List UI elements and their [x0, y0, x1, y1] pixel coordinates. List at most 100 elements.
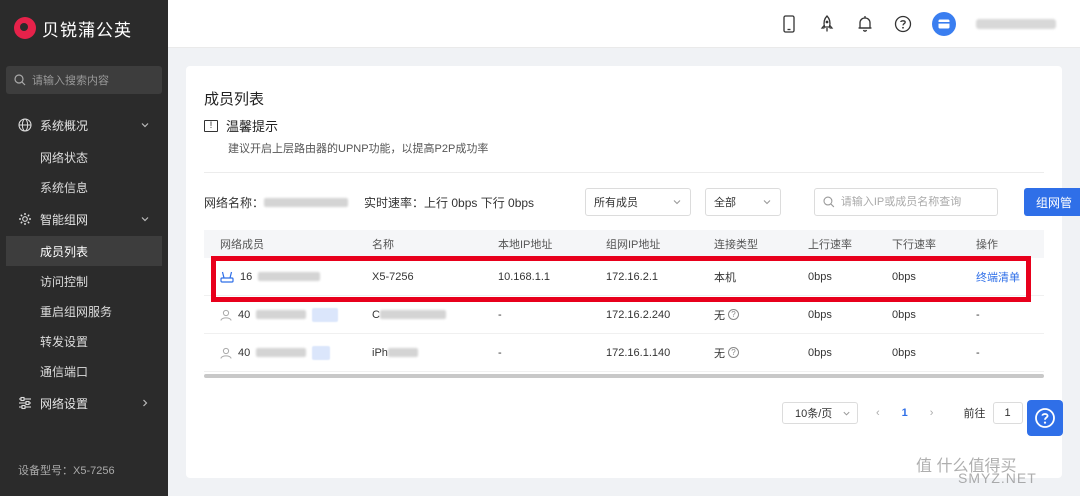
sidebar-search-placeholder: 请输入搜索内容 — [32, 75, 109, 87]
network-ip: 172.16.1.140 — [606, 346, 671, 359]
router-icon — [220, 271, 234, 283]
member-filter-value: 所有成员 — [594, 197, 638, 209]
tip-title: 温馨提示 — [226, 119, 279, 134]
status-filter-value: 全部 — [714, 197, 736, 209]
chevron-down-icon — [141, 217, 149, 222]
sidebar: 贝锐蒲公英 请输入搜索内容 系统概况 网络状态 系统信息 智能组网 成员列表 访… — [0, 0, 168, 496]
member-name-cell: iPh — [372, 347, 498, 359]
help-icon[interactable] — [894, 15, 912, 33]
table-row[interactable]: 40 C - 172.16.2.240 无 ? 0bps 0bps - — [204, 296, 1044, 334]
col-header[interactable]: 操作 — [976, 236, 1044, 252]
member-id-redacted — [256, 310, 307, 319]
member-name-redacted — [379, 310, 446, 319]
download-speed: 0bps — [892, 270, 916, 283]
sidebar-group-label: 网络设置 — [40, 396, 89, 411]
sidebar-search[interactable]: 请输入搜索内容 — [6, 66, 162, 94]
member-tag-redacted — [312, 307, 339, 322]
help-icon[interactable]: ? — [728, 347, 739, 358]
member-id-prefix: 40 — [238, 346, 251, 359]
upload-speed: 0bps — [808, 346, 832, 359]
sidebar-item-system-info[interactable]: 系统信息 — [6, 172, 162, 202]
member-list-card: 成员列表 ! 温馨提示 建议开启上层路由器的UPNP功能，以提高P2P成功率 网… — [186, 66, 1080, 478]
row-action: - — [976, 308, 980, 321]
member-tag-redacted — [312, 345, 331, 360]
network-manage-button[interactable]: 组网管 — [1024, 188, 1080, 216]
phone-icon[interactable] — [780, 14, 798, 33]
col-header[interactable]: 名称 — [372, 236, 498, 252]
sidebar-item-network-status[interactable]: 网络状态 — [6, 142, 162, 172]
table-row[interactable]: 16 X5-7256 10.168.1.1 172.16.2.1 本机 0bps… — [204, 258, 1044, 296]
username-redacted[interactable] — [976, 18, 1056, 29]
table-row[interactable]: 40 iPh - 172.16.1.140 无 ? 0bps 0bps - — [204, 334, 1044, 372]
goto-page: 前往 1 — [963, 402, 1024, 424]
prev-page-icon[interactable]: ‹ — [876, 407, 880, 419]
download-speed: 0bps — [892, 308, 916, 321]
member-search-input[interactable] — [840, 196, 989, 208]
chevron-down-icon — [673, 200, 681, 205]
col-header[interactable]: 上行速率 — [808, 236, 892, 252]
member-id-redacted — [258, 272, 321, 281]
upload-speed: 0bps — [808, 308, 832, 321]
goto-page-input[interactable]: 1 — [993, 402, 1024, 424]
rocket-icon[interactable] — [818, 14, 836, 33]
table-horizontal-scrollbar[interactable] — [204, 374, 1044, 378]
sidebar-item-ports[interactable]: 通信端口 — [6, 356, 162, 386]
connection-type: 本机 — [714, 269, 808, 285]
sliders-icon — [19, 396, 31, 410]
connection-type-value: 无 — [714, 309, 725, 322]
member-filter-select[interactable]: 所有成员 — [585, 188, 691, 216]
member-name: C — [372, 308, 380, 321]
network-gear-icon — [19, 213, 31, 225]
network-ip: 172.16.2.1 — [606, 270, 658, 283]
page-title: 成员列表 — [204, 91, 265, 108]
sidebar-group-network-settings[interactable]: 网络设置 — [0, 386, 168, 420]
network-name-redacted — [264, 197, 349, 207]
search-icon — [14, 74, 26, 86]
member-id-redacted — [256, 348, 307, 357]
col-header[interactable]: 下行速率 — [892, 236, 976, 252]
floating-help-button[interactable] — [1027, 400, 1063, 436]
sidebar-item-member-list[interactable]: 成员列表 — [6, 236, 162, 266]
chevron-down-icon — [843, 411, 850, 416]
member-table: 网络成员 名称 本地IP地址 组网IP地址 连接类型 上行速率 下行速率 操作 … — [204, 230, 1044, 372]
col-header[interactable]: 本地IP地址 — [498, 236, 606, 252]
divider — [204, 172, 1044, 173]
member-id-prefix: 40 — [238, 308, 251, 321]
connection-type: 无 ? — [714, 345, 808, 361]
connection-type: 无 ? — [714, 307, 808, 323]
sidebar-item-restart-service[interactable]: 重启组网服务 — [6, 296, 162, 326]
help-icon — [1035, 408, 1055, 428]
search-icon — [823, 196, 835, 208]
col-header[interactable]: 连接类型 — [714, 236, 808, 252]
brand-logo[interactable]: 贝锐蒲公英 — [0, 0, 168, 56]
filter-row: 网络名称： 实时速率：上行 0bps 下行 0bps 所有成员 全部 组网管 — [204, 188, 1080, 216]
member-cell: 40 — [204, 345, 372, 360]
info-icon: ! — [204, 119, 218, 132]
realtime-speed: 实时速率：上行 0bps 下行 0bps — [364, 195, 535, 210]
terminal-list-link[interactable]: 终端清单 — [976, 269, 1044, 285]
connection-type-value: 本机 — [714, 271, 736, 284]
topbar — [168, 0, 1080, 48]
col-header[interactable]: 网络成员 — [204, 236, 372, 252]
goto-label: 前往 — [963, 408, 986, 420]
page-number[interactable]: 1 — [902, 407, 908, 419]
status-filter-select[interactable]: 全部 — [705, 188, 781, 216]
avatar[interactable] — [932, 11, 956, 36]
sidebar-item-forwarding[interactable]: 转发设置 — [6, 326, 162, 356]
next-page-icon[interactable]: › — [930, 407, 934, 419]
sidebar-group-overview[interactable]: 系统概况 — [0, 108, 168, 142]
member-name-redacted — [387, 348, 418, 357]
page-size-select[interactable]: 10条/页 — [782, 402, 858, 424]
member-search[interactable] — [814, 188, 998, 216]
sidebar-group-smart-network[interactable]: 智能组网 — [0, 202, 168, 236]
bell-icon[interactable] — [856, 15, 874, 33]
col-header[interactable]: 组网IP地址 — [606, 236, 714, 252]
download-speed: 0bps — [892, 346, 916, 359]
tip-text: 建议开启上层路由器的UPNP功能，以提高P2P成功率 — [228, 143, 489, 155]
member-name: iPh — [372, 346, 388, 359]
help-icon[interactable]: ? — [728, 309, 739, 320]
page-size-value: 10条/页 — [795, 408, 833, 420]
sidebar-item-access-control[interactable]: 访问控制 — [6, 266, 162, 296]
local-ip: - — [498, 308, 502, 321]
upload-speed: 0bps — [808, 270, 832, 283]
